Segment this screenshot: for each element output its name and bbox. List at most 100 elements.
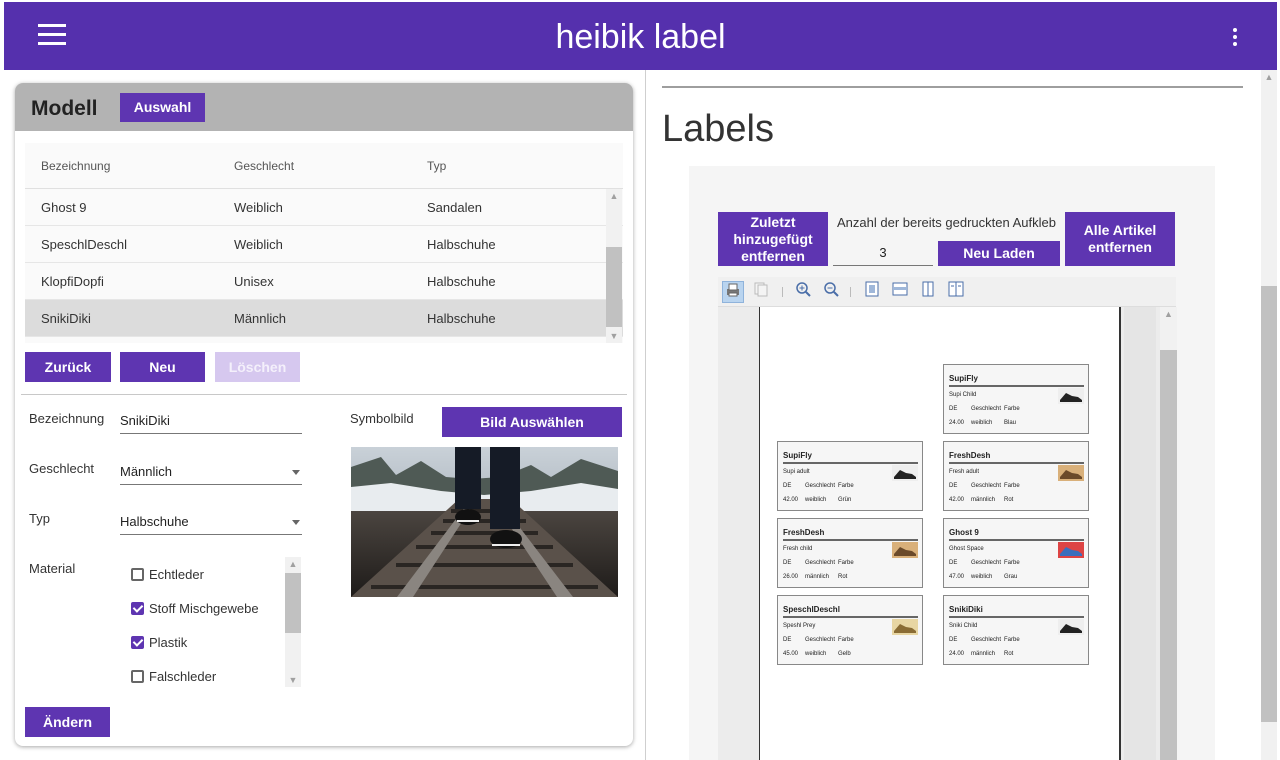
- shoe-thumbnail: [1058, 388, 1084, 404]
- fit-width-icon[interactable]: [889, 281, 911, 303]
- table-row[interactable]: Ghost 9 Weiblich Sandalen: [25, 189, 623, 226]
- single-page-icon[interactable]: [917, 281, 939, 303]
- label-color: Gelb: [838, 651, 851, 657]
- gender-select[interactable]: Männlich: [120, 459, 302, 485]
- label-subtitle: Sniki Child: [949, 623, 978, 629]
- page-scrollbar[interactable]: ▲: [1261, 70, 1277, 760]
- label-subtitle: Fresh child: [783, 546, 813, 552]
- pdf-scrollbar-thumb[interactable]: [1160, 350, 1177, 760]
- pdf-toolbar: [718, 277, 1176, 307]
- shoe-thumbnail: [892, 465, 918, 481]
- print-icon[interactable]: [722, 281, 744, 303]
- checkbox-checked-icon[interactable]: [131, 602, 144, 615]
- scroll-down-arrow-icon[interactable]: ▼: [606, 329, 622, 343]
- checkbox-icon[interactable]: [131, 670, 144, 683]
- type-select[interactable]: Halbschuhe: [120, 509, 302, 535]
- column-header-geschlecht[interactable]: Geschlecht: [234, 143, 294, 189]
- label-card: SupiFly Supi adult DE Geschlecht Farbe 42.…: [777, 441, 923, 511]
- material-scrollbar[interactable]: ▲ ▼: [285, 557, 301, 687]
- copy-icon[interactable]: [750, 281, 772, 303]
- shoe-thumbnail: [1058, 619, 1084, 635]
- change-button[interactable]: Ändern: [25, 707, 110, 737]
- reload-button[interactable]: Neu Laden: [938, 241, 1060, 266]
- scroll-up-arrow-icon[interactable]: ▲: [285, 557, 301, 571]
- auswahl-button[interactable]: Auswahl: [120, 93, 205, 122]
- printed-count-label: Anzahl der bereits gedruckten Aufkleb: [837, 215, 1056, 230]
- zoom-in-icon[interactable]: [792, 281, 814, 303]
- two-page-icon[interactable]: [945, 281, 967, 303]
- label-card: Ghost 9 Ghost Space DE Geschlecht Farbe 47…: [943, 518, 1089, 588]
- remove-last-button[interactable]: Zuletzt hinzugefügt entfernen: [718, 212, 828, 266]
- new-button[interactable]: Neu: [120, 352, 205, 382]
- column-header-bezeichnung[interactable]: Bezeichnung: [41, 143, 110, 189]
- table-row[interactable]: KlopfiDopfi Unisex Halbschuhe: [25, 263, 623, 300]
- label-color-header: Farbe: [1004, 560, 1020, 566]
- labels-rule: [662, 86, 1243, 88]
- checkbox-checked-icon[interactable]: [131, 636, 144, 649]
- column-header-typ[interactable]: Typ: [427, 143, 446, 189]
- cell-bezeichnung: SpeschlDeschl: [41, 237, 127, 252]
- back-button[interactable]: Zurück: [25, 352, 111, 382]
- name-field[interactable]: SnikiDiki: [120, 408, 302, 434]
- label-gender-header: Geschlecht: [805, 637, 836, 643]
- shoe-thumbnail: [1058, 542, 1084, 558]
- label-price: 45.00: [783, 651, 799, 657]
- app-title: heibik label: [555, 18, 726, 56]
- scroll-up-arrow-icon[interactable]: ▲: [1261, 70, 1277, 84]
- label-name: FreshDesh: [949, 451, 991, 460]
- label-divider: [783, 539, 918, 541]
- table-scrollbar-thumb[interactable]: [606, 247, 622, 327]
- label-price: 47.00: [949, 574, 965, 580]
- label-size-header: DE: [949, 483, 958, 489]
- label-gender-header: Geschlecht: [971, 560, 1002, 566]
- printed-count-input[interactable]: 3: [833, 240, 933, 266]
- label-name: SnikiDiki: [949, 605, 983, 614]
- label-gender-header: Geschlecht: [971, 406, 1002, 412]
- pdf-gutter: [1124, 307, 1156, 760]
- zoom-out-icon[interactable]: [820, 281, 842, 303]
- more-vert-icon[interactable]: [1233, 28, 1239, 48]
- material-scrollbar-thumb[interactable]: [285, 573, 301, 633]
- label-gender: weiblich: [805, 497, 827, 503]
- label-gender-header: Geschlecht: [971, 483, 1002, 489]
- label-color-header: Farbe: [1004, 637, 1020, 643]
- checkbox-icon[interactable]: [131, 568, 144, 581]
- label-card: FreshDesh Fresh child DE Geschlecht Farbe …: [777, 518, 923, 588]
- cell-typ: Halbschuhe: [427, 274, 496, 289]
- select-image-button[interactable]: Bild Auswählen: [442, 407, 622, 437]
- scroll-up-arrow-icon[interactable]: ▲: [1160, 307, 1177, 321]
- label-color: Rot: [1004, 497, 1014, 503]
- label-price: 26.00: [783, 574, 799, 580]
- scroll-up-arrow-icon[interactable]: ▲: [606, 189, 622, 203]
- cell-geschlecht: Unisex: [234, 274, 274, 289]
- label-divider: [949, 616, 1084, 618]
- label-name: SupiFly: [949, 374, 978, 383]
- cell-typ: Sandalen: [427, 200, 482, 215]
- label-subtitle: Supi adult: [783, 469, 810, 475]
- label-gender: männlich: [971, 497, 996, 503]
- table-row[interactable]: SpeschlDeschl Weiblich Halbschuhe: [25, 226, 623, 263]
- label-color: Blau: [1004, 420, 1017, 426]
- pdf-scrollbar[interactable]: ▲: [1160, 307, 1177, 760]
- label-price: 24.00: [949, 651, 965, 657]
- table-row-selected[interactable]: SnikiDiki Männlich Halbschuhe: [25, 300, 623, 337]
- fit-page-icon[interactable]: [861, 281, 883, 303]
- delete-button[interactable]: Löschen: [215, 352, 300, 382]
- label-price: 42.00: [783, 497, 799, 503]
- cell-typ: Halbschuhe: [427, 311, 496, 326]
- label-gender: weiblich: [971, 574, 993, 580]
- label-card: SpeschlDeschl Speshl Prey DE Geschlecht Fa…: [777, 595, 923, 665]
- label-name: Ghost 9: [949, 528, 979, 537]
- scroll-down-arrow-icon[interactable]: ▼: [285, 673, 301, 687]
- label-size-header: DE: [949, 560, 958, 566]
- table-scrollbar[interactable]: ▲ ▼: [606, 189, 622, 343]
- page-scrollbar-thumb[interactable]: [1261, 286, 1277, 722]
- shoe-thumbnail: [1058, 465, 1084, 481]
- remove-all-button[interactable]: Alle Artikel entfernen: [1065, 212, 1175, 266]
- label-color-header: Farbe: [838, 637, 854, 643]
- label-price: 42.00: [949, 497, 965, 503]
- label-subtitle: Ghost Space: [949, 546, 984, 552]
- label-name: SpeschlDeschl: [783, 605, 840, 614]
- gender-label: Geschlecht: [29, 461, 95, 476]
- label-size-header: DE: [949, 406, 958, 412]
